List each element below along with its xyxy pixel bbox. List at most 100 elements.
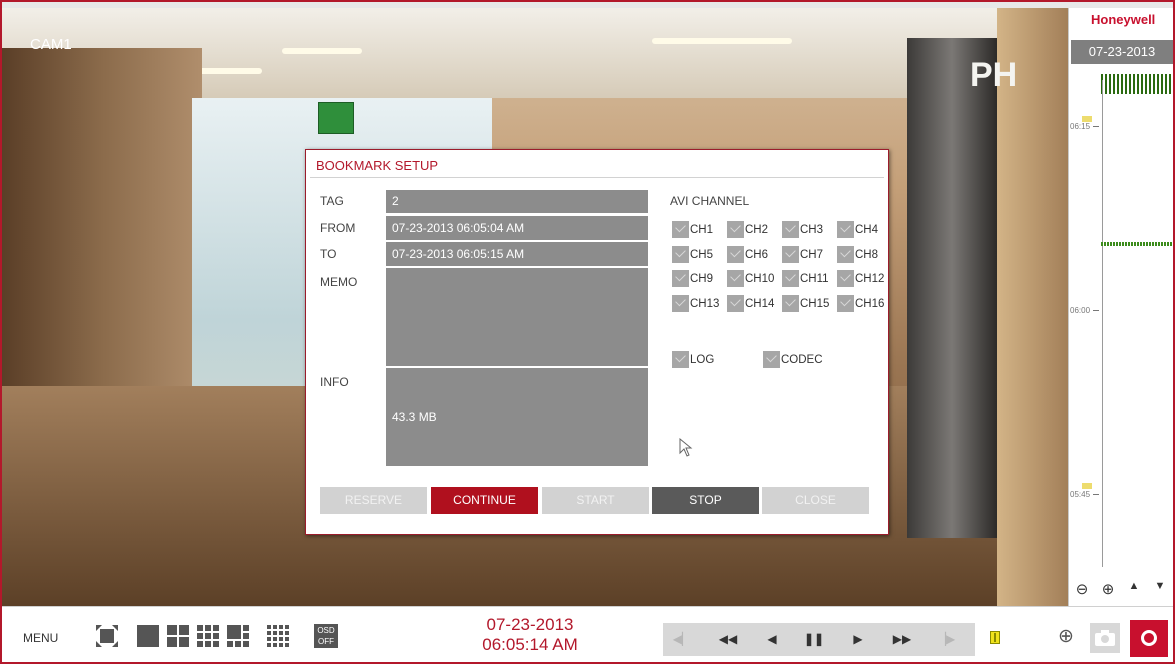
prev-frame-icon[interactable]: ◀▏ (667, 623, 697, 656)
checkbox-icon (782, 246, 799, 263)
checkbox-icon (672, 270, 689, 287)
channel-checkbox-ch9[interactable]: CH9 (672, 270, 713, 287)
channel-label: CH8 (855, 248, 879, 261)
reserve-button[interactable]: RESERVE (320, 487, 427, 514)
info-label: INFO (320, 375, 349, 389)
checkbox-icon (727, 221, 744, 238)
fullscreen-icon[interactable] (96, 625, 118, 647)
from-field[interactable]: 07-23-2013 06:05:04 AM (386, 216, 648, 240)
channel-label: CH13 (690, 297, 720, 310)
channel-label: CH9 (690, 272, 714, 285)
checkbox-icon (782, 221, 799, 238)
channel-checkbox-ch15[interactable]: CH15 (782, 295, 829, 312)
checkbox-icon (672, 295, 689, 312)
stop-button[interactable]: STOP (652, 487, 759, 514)
channel-checkbox-ch8[interactable]: CH8 (837, 246, 878, 263)
timeline-tick: 05:45 (1070, 490, 1100, 499)
info-size: 43.3 MB (392, 410, 437, 424)
channel-checkbox-ch13[interactable]: CH13 (672, 295, 719, 312)
tag-field[interactable]: 2 (386, 190, 648, 213)
timeline-panel[interactable]: Honeywell 07-23-2013 06:15 06:00 05:45 ⊖… (1068, 8, 1174, 606)
channel-checkbox-ch11[interactable]: CH11 (782, 270, 829, 287)
checkbox-icon (837, 295, 854, 312)
channel-checkbox-ch5[interactable]: CH5 (672, 246, 713, 263)
checkbox-icon (837, 246, 854, 263)
quad-view-icon[interactable] (167, 625, 189, 647)
channel-label: CH11 (800, 272, 829, 285)
bottom-toolbar: MENU OSD OFF 07-23-2013 06:05:14 AM ◀▏ ◀… (0, 606, 1175, 665)
channel-label: CH1 (690, 223, 714, 236)
memo-label: MEMO (320, 275, 358, 289)
scene-elevator (907, 38, 997, 538)
timeline-date[interactable]: 07-23-2013 (1071, 40, 1173, 64)
timeline-tick: 06:15 (1070, 122, 1100, 131)
channel-checkbox-ch7[interactable]: CH7 (782, 246, 823, 263)
channel-checkbox-ch12[interactable]: CH12 (837, 270, 884, 287)
channel-label: CH14 (745, 297, 775, 310)
checkbox-icon (727, 295, 744, 312)
snapshot-button[interactable] (1090, 623, 1120, 653)
recording-bar[interactable] (1101, 74, 1174, 94)
memo-field[interactable] (386, 268, 648, 366)
next-frame-icon[interactable]: ▕▶ (931, 623, 961, 656)
exit-sign (318, 102, 354, 134)
bookmark-dialog: BOOKMARK SETUP TAG 2 FROM 07-23-2013 06:… (305, 149, 889, 535)
channel-checkbox-ch16[interactable]: CH16 (837, 295, 884, 312)
channel-checkbox-ch4[interactable]: CH4 (837, 221, 878, 238)
sixteen-view-icon[interactable] (267, 625, 289, 647)
up-arrow-icon[interactable]: ▲ (1127, 580, 1141, 600)
channel-label: CH12 (855, 272, 885, 285)
record-button[interactable] (1130, 620, 1168, 657)
event-marker (1082, 483, 1092, 489)
channel-checkbox-ch3[interactable]: CH3 (782, 221, 823, 238)
avi-channel-title: AVI CHANNEL (670, 194, 750, 208)
channel-checkbox-ch1[interactable]: CH1 (672, 221, 713, 238)
close-button[interactable]: CLOSE (762, 487, 869, 514)
checkbox-icon (763, 351, 780, 368)
recording-bar[interactable] (1101, 242, 1174, 246)
pause-icon[interactable]: ❚❚ (799, 623, 829, 656)
menu-button[interactable]: MENU (23, 631, 58, 645)
nine-view-icon[interactable] (197, 625, 219, 647)
osd-toggle-button[interactable]: OSD OFF (314, 624, 338, 648)
checkbox-icon (782, 270, 799, 287)
channel-label: CH16 (855, 297, 885, 310)
channel-label: CH2 (745, 223, 769, 236)
checkbox-icon (727, 246, 744, 263)
codec-checkbox[interactable]: CODEC (763, 351, 823, 368)
checkbox-icon (727, 270, 744, 287)
camera-label: CAM1 (30, 36, 72, 53)
current-datetime: 07-23-2013 06:05:14 AM (460, 615, 600, 655)
channel-label: CH7 (800, 248, 824, 261)
playback-controls: ◀▏ ◀◀ ◀ ❚❚ ▶ ▶▶ ▕▶ (663, 623, 975, 656)
multi-view-icon[interactable] (227, 625, 249, 647)
from-label: FROM (320, 221, 356, 235)
brand-logo: Honeywell (1091, 12, 1156, 27)
single-view-icon[interactable] (137, 625, 159, 647)
timeline-tick: 06:00 (1070, 306, 1100, 315)
checkbox-icon (837, 270, 854, 287)
zoom-icon[interactable]: ⊕ (1058, 625, 1074, 648)
channel-checkbox-ch10[interactable]: CH10 (727, 270, 774, 287)
channel-label: CH3 (800, 223, 824, 236)
ceiling-light (282, 48, 362, 54)
log-checkbox[interactable]: LOG (672, 351, 714, 368)
to-field[interactable]: 07-23-2013 06:05:15 AM (386, 242, 648, 266)
play-icon[interactable]: ▶ (843, 623, 873, 656)
channel-checkbox-ch6[interactable]: CH6 (727, 246, 768, 263)
pause-status-icon (990, 631, 1000, 644)
continue-button[interactable]: CONTINUE (431, 487, 538, 514)
channel-label: CH15 (800, 297, 830, 310)
rewind-icon[interactable]: ◀ (757, 623, 787, 656)
zoom-in-icon[interactable]: ⊕ (1101, 580, 1115, 600)
current-time: 06:05:14 AM (482, 635, 578, 654)
channel-label: CH6 (745, 248, 769, 261)
fast-forward-icon[interactable]: ▶▶ (887, 623, 917, 656)
channel-checkbox-ch14[interactable]: CH14 (727, 295, 774, 312)
zoom-out-icon[interactable]: ⊖ (1075, 580, 1089, 600)
channel-checkbox-ch2[interactable]: CH2 (727, 221, 768, 238)
fast-rewind-icon[interactable]: ◀◀ (713, 623, 743, 656)
down-arrow-icon[interactable]: ▼ (1153, 580, 1167, 600)
start-button[interactable]: START (542, 487, 649, 514)
checkbox-icon (782, 295, 799, 312)
